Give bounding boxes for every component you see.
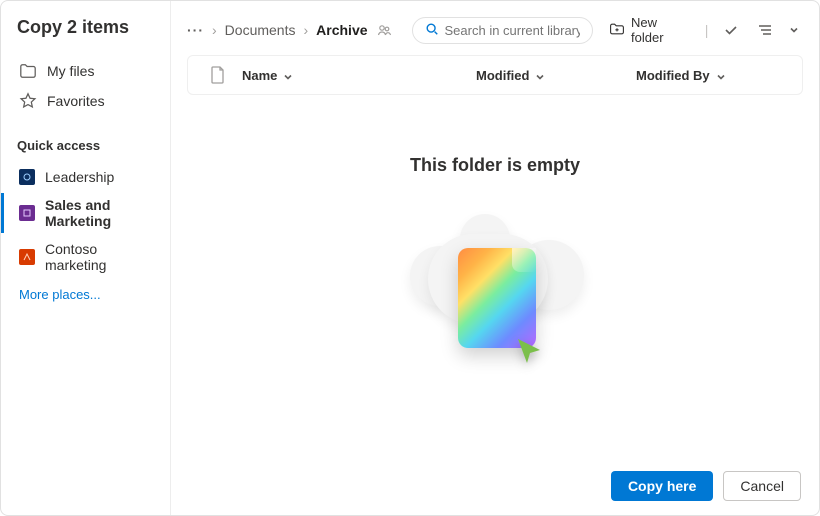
column-label: Name: [242, 68, 277, 83]
quick-access-leadership[interactable]: Leadership: [15, 163, 162, 191]
breadcrumb-archive[interactable]: Archive: [316, 22, 367, 38]
nav-label: My files: [47, 63, 94, 79]
chevron-down-icon: [716, 70, 726, 80]
chevron-down-icon[interactable]: [788, 17, 801, 43]
nav-label: Favorites: [47, 93, 105, 109]
empty-state: This folder is empty: [171, 95, 819, 457]
site-icon: [19, 205, 35, 221]
checkmark-button[interactable]: [718, 17, 743, 43]
breadcrumb: ··· › Documents › Archive: [187, 22, 392, 38]
chevron-right-icon: ›: [212, 22, 217, 38]
chevron-down-icon: [283, 70, 293, 80]
main-panel: ··· › Documents › Archive New folder |: [171, 1, 819, 515]
column-name[interactable]: Name: [242, 68, 476, 83]
quick-access-contoso-marketing[interactable]: Contoso marketing: [15, 235, 162, 279]
quick-access-heading: Quick access: [17, 138, 162, 153]
quick-access-label: Leadership: [45, 169, 114, 185]
nav-my-files[interactable]: My files: [15, 56, 162, 86]
folder-icon: [19, 62, 37, 80]
new-folder-label: New folder: [631, 15, 689, 45]
sidebar: Copy 2 items My files Favorites Quick ac…: [1, 1, 171, 515]
quick-access-label: Sales and Marketing: [45, 197, 158, 229]
nav-favorites[interactable]: Favorites: [15, 86, 162, 116]
table-header: Name Modified Modified By: [187, 55, 803, 95]
new-folder-button[interactable]: New folder: [603, 15, 695, 45]
dialog-footer: Copy here Cancel: [171, 457, 819, 515]
search-icon: [425, 22, 439, 39]
column-label: Modified By: [636, 68, 710, 83]
empty-state-illustration: [410, 200, 580, 370]
cancel-button[interactable]: Cancel: [723, 471, 801, 501]
search-input[interactable]: [445, 23, 580, 38]
chevron-down-icon: [535, 70, 545, 80]
star-icon: [19, 92, 37, 110]
dialog-title: Copy 2 items: [15, 17, 162, 38]
people-icon[interactable]: [376, 22, 392, 38]
topbar: ··· › Documents › Archive New folder |: [171, 1, 819, 55]
column-modified-by[interactable]: Modified By: [636, 68, 796, 83]
copy-here-button[interactable]: Copy here: [611, 471, 713, 501]
quick-access-sales-marketing[interactable]: Sales and Marketing: [15, 191, 162, 235]
new-folder-icon: [609, 21, 625, 40]
search-box[interactable]: [412, 17, 593, 44]
site-icon: [19, 169, 35, 185]
breadcrumb-documents[interactable]: Documents: [225, 22, 296, 38]
breadcrumb-overflow[interactable]: ···: [187, 22, 204, 38]
quick-access-label: Contoso marketing: [45, 241, 158, 273]
empty-state-title: This folder is empty: [410, 155, 580, 176]
file-type-column-icon[interactable]: [194, 66, 242, 84]
column-label: Modified: [476, 68, 529, 83]
chevron-right-icon: ›: [303, 22, 308, 38]
cursor-icon: [514, 336, 544, 366]
column-modified[interactable]: Modified: [476, 68, 636, 83]
more-places-link[interactable]: More places...: [15, 279, 162, 310]
site-icon: [19, 249, 35, 265]
view-options-button[interactable]: [753, 17, 778, 43]
